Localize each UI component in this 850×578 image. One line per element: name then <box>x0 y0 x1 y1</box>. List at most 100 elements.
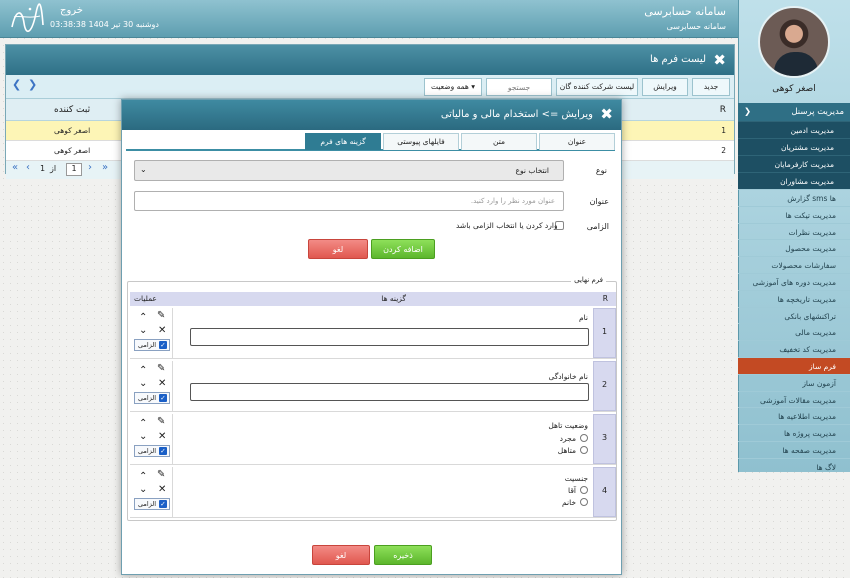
arrow-down-icon[interactable]: ⌄ <box>139 326 147 336</box>
delete-icon[interactable]: ✕ <box>158 432 166 442</box>
chevron-left-icon[interactable]: ❮ <box>12 78 21 91</box>
close-icon[interactable]: ✖ <box>713 51 726 69</box>
logout-link[interactable]: خروج <box>60 5 83 16</box>
sidebar-subitem[interactable]: مدیریت مشتریان <box>738 138 850 155</box>
sidebar-item[interactable]: مدیریت دوره های آموزشی <box>738 272 850 290</box>
sidebar-item[interactable]: لاگ ها <box>738 457 850 475</box>
status-select[interactable]: همه وضعیت ▾ <box>424 78 482 96</box>
cancel-add-button[interactable]: لغو <box>308 239 368 259</box>
pencil-icon[interactable]: ✎ <box>157 311 165 321</box>
row-number: 1 <box>721 126 726 135</box>
edit-form-modal: ✖ ویرایش => استخدام مالی و مالیاتی عنوان… <box>121 99 622 575</box>
delete-icon[interactable]: ✕ <box>158 485 166 495</box>
required-badge-label: الزامی <box>138 341 157 349</box>
chevron-right-icon[interactable]: ❯ <box>28 78 37 91</box>
column-creator: ثبت کننده <box>54 105 91 115</box>
final-form-header: R گزینه ها عملیات <box>130 292 616 306</box>
sidebar-submenu: مدیریت ادمین مدیریت مشتریان مدیریت کارفر… <box>738 121 850 189</box>
radio-option[interactable] <box>580 498 588 506</box>
text-field-preview[interactable] <box>190 328 589 346</box>
sidebar-item[interactable]: مدیریت محصول <box>738 239 850 256</box>
row-operations: ⌃ ✎ ⌄ ✕ ✓ الزامی <box>130 467 173 517</box>
radio-option[interactable] <box>580 446 588 454</box>
radio-option-label: خانم <box>561 498 576 507</box>
required-badge[interactable]: ✓ الزامی <box>134 498 170 510</box>
check-icon: ✓ <box>159 394 167 402</box>
pager-total: 1 <box>40 164 46 173</box>
row-operations: ⌃ ✎ ⌄ ✕ ✓ الزامی <box>130 361 173 411</box>
list-toolbar: جدید ویرایش لیست شرکت کننده گان همه وضعی… <box>6 75 734 99</box>
participants-button[interactable]: لیست شرکت کننده گان <box>556 78 638 96</box>
text-field-preview[interactable] <box>190 383 589 401</box>
sidebar-item[interactable]: مدیریت تاریخچه ها <box>738 289 850 307</box>
arrow-up-icon[interactable]: ⌃ <box>139 366 147 376</box>
sidebar-item[interactable]: سفارشات محصولات <box>738 256 850 273</box>
pencil-icon[interactable]: ✎ <box>157 470 165 480</box>
sidebar-item[interactable]: مدیریت اطلاعیه ها <box>738 407 850 424</box>
radio-option[interactable] <box>580 434 588 442</box>
first-page-icon[interactable]: « <box>12 162 18 173</box>
required-badge[interactable]: ✓ الزامی <box>134 445 170 457</box>
close-icon[interactable]: ✖ <box>600 105 613 123</box>
arrow-up-icon[interactable]: ⌃ <box>139 472 147 482</box>
sidebar-item[interactable]: مدیریت کد تخفیف <box>738 340 850 357</box>
pencil-icon[interactable]: ✎ <box>157 417 165 427</box>
sidebar-item[interactable]: مدیریت تیکت ها <box>738 205 850 223</box>
sidebar-item[interactable]: مدیریت صفحه ها <box>738 440 850 458</box>
row-number: 1 <box>593 308 616 358</box>
arrow-up-icon[interactable]: ⌃ <box>139 419 147 429</box>
last-page-icon[interactable]: » <box>102 162 108 173</box>
sidebar-subitem[interactable]: مدیریت ادمین <box>738 121 850 138</box>
sidebar-item[interactable]: مدیریت پروژه ها <box>738 424 850 441</box>
avatar <box>758 6 830 78</box>
date-text: دوشنبه 30 تیر 1404 <box>88 20 159 29</box>
sidebar-item[interactable]: مدیریت مالی <box>738 323 850 340</box>
page-input[interactable]: 1 <box>66 163 82 176</box>
field-label: نام خانوادگی <box>548 372 588 381</box>
sidebar-item[interactable]: آزمون ساز <box>738 373 850 391</box>
required-badge[interactable]: ✓ الزامی <box>134 392 170 404</box>
next-page-icon[interactable]: › <box>88 162 92 173</box>
modal-title-bar: ✖ ویرایش => استخدام مالی و مالیاتی <box>122 100 621 130</box>
search-input[interactable] <box>486 78 552 96</box>
add-button[interactable]: اضافه کردن <box>371 239 435 259</box>
cancel-button[interactable]: لغو <box>312 545 370 565</box>
title-input[interactable] <box>134 191 564 211</box>
list-item: 2 نام خانوادگی ⌃ ✎ ⌄ ✕ ✓ الزامی <box>130 361 616 412</box>
calligraphy-logo-icon <box>11 3 44 33</box>
sidebar-item[interactable]: گزارش sms ها <box>738 189 850 206</box>
new-button[interactable]: جدید <box>692 78 730 96</box>
radio-option[interactable] <box>580 486 588 494</box>
tab-text[interactable]: متن <box>461 133 537 150</box>
delete-icon[interactable]: ✕ <box>158 379 166 389</box>
tab-attachments[interactable]: فایلهای پیوستی <box>383 133 459 150</box>
tab-title[interactable]: عنوان <box>539 133 615 150</box>
arrow-down-icon[interactable]: ⌄ <box>139 432 147 442</box>
type-select[interactable]: انتخاب نوع ⌄ <box>134 160 564 181</box>
sidebar-subitem[interactable]: مدیریت مشاوران <box>738 172 850 189</box>
sidebar-section-personnel[interactable]: ❯ مدیریت پرسنل <box>738 103 850 121</box>
sidebar: اصغر کوهی ❯ مدیریت پرسنل مدیریت ادمین مد… <box>738 0 850 472</box>
list-item: 3 وضعیت تاهل مجرد متاهل ⌃ ✎ ⌄ ✕ ✓ الزامی <box>130 414 616 465</box>
arrow-down-icon[interactable]: ⌄ <box>139 485 147 495</box>
delete-icon[interactable]: ✕ <box>158 326 166 336</box>
tab-form-options[interactable]: گزینه های فرم <box>305 133 381 150</box>
edit-button[interactable]: ویرایش <box>642 78 688 96</box>
sidebar-item-form-builder[interactable]: فرم ساز <box>738 356 850 374</box>
sidebar-subitem[interactable]: مدیریت کارفرمایان <box>738 155 850 172</box>
save-button[interactable]: ذخیره <box>374 545 432 565</box>
arrow-up-icon[interactable]: ⌃ <box>139 313 147 323</box>
title-label: عنوان <box>589 197 609 206</box>
required-badge[interactable]: ✓ الزامی <box>134 339 170 351</box>
sidebar-item[interactable]: مدیریت نظرات <box>738 222 850 240</box>
modal-tabs: عنوان متن فایلهای پیوستی گزینه های فرم <box>126 133 615 151</box>
column-r: R <box>719 105 726 115</box>
prev-page-icon[interactable]: ‹ <box>26 162 30 173</box>
sidebar-item[interactable]: تراکنشهای بانکی <box>738 306 850 324</box>
row-number: 2 <box>593 361 616 411</box>
required-badge-label: الزامی <box>138 500 157 508</box>
pencil-icon[interactable]: ✎ <box>157 364 165 374</box>
top-header: سامانه حسابرسی سامانه حسابرسی خروج دوشنب… <box>0 0 850 38</box>
arrow-down-icon[interactable]: ⌄ <box>139 379 147 389</box>
sidebar-item[interactable]: مدیریت مقالات آموزشی <box>738 390 850 408</box>
